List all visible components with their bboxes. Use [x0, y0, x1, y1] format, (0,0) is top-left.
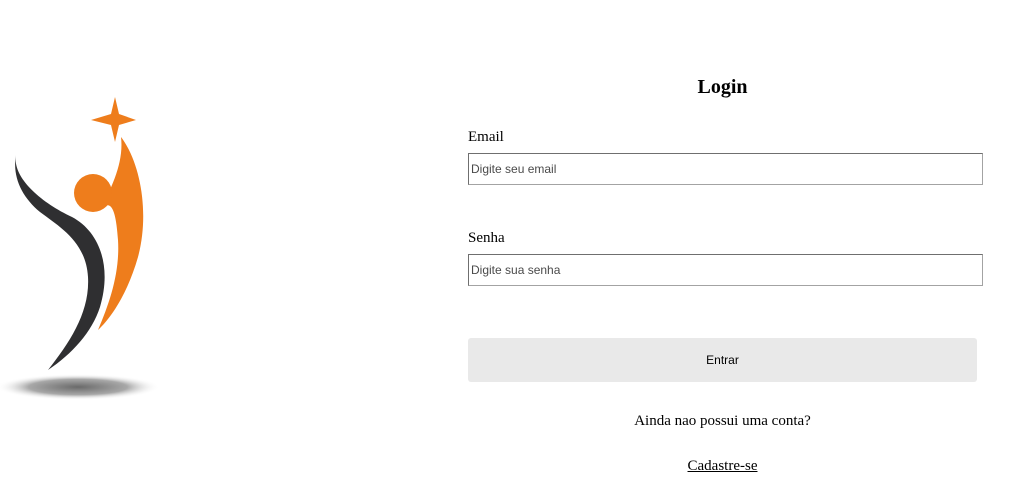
email-label: Email	[468, 129, 504, 145]
logo-orange-body	[98, 137, 144, 330]
signup-link-container: Cadastre-se	[468, 457, 977, 475]
person-star-logo-icon	[0, 97, 160, 400]
submit-button[interactable]: Entrar	[468, 338, 977, 382]
logo-shadow	[0, 374, 160, 400]
signup-prompt: Ainda nao possui uma conta?	[634, 413, 811, 429]
logo-star	[91, 97, 136, 142]
login-form: Login Email Senha Entrar Ainda nao possu…	[468, 0, 984, 481]
logo-head	[74, 174, 112, 212]
signup-link[interactable]: Cadastre-se	[688, 458, 758, 474]
page-title: Login	[697, 76, 748, 98]
email-field[interactable]	[468, 153, 983, 185]
password-label: Senha	[468, 230, 505, 246]
password-field[interactable]	[468, 254, 983, 286]
login-page: Login Email Senha Entrar Ainda nao possu…	[0, 0, 1013, 481]
